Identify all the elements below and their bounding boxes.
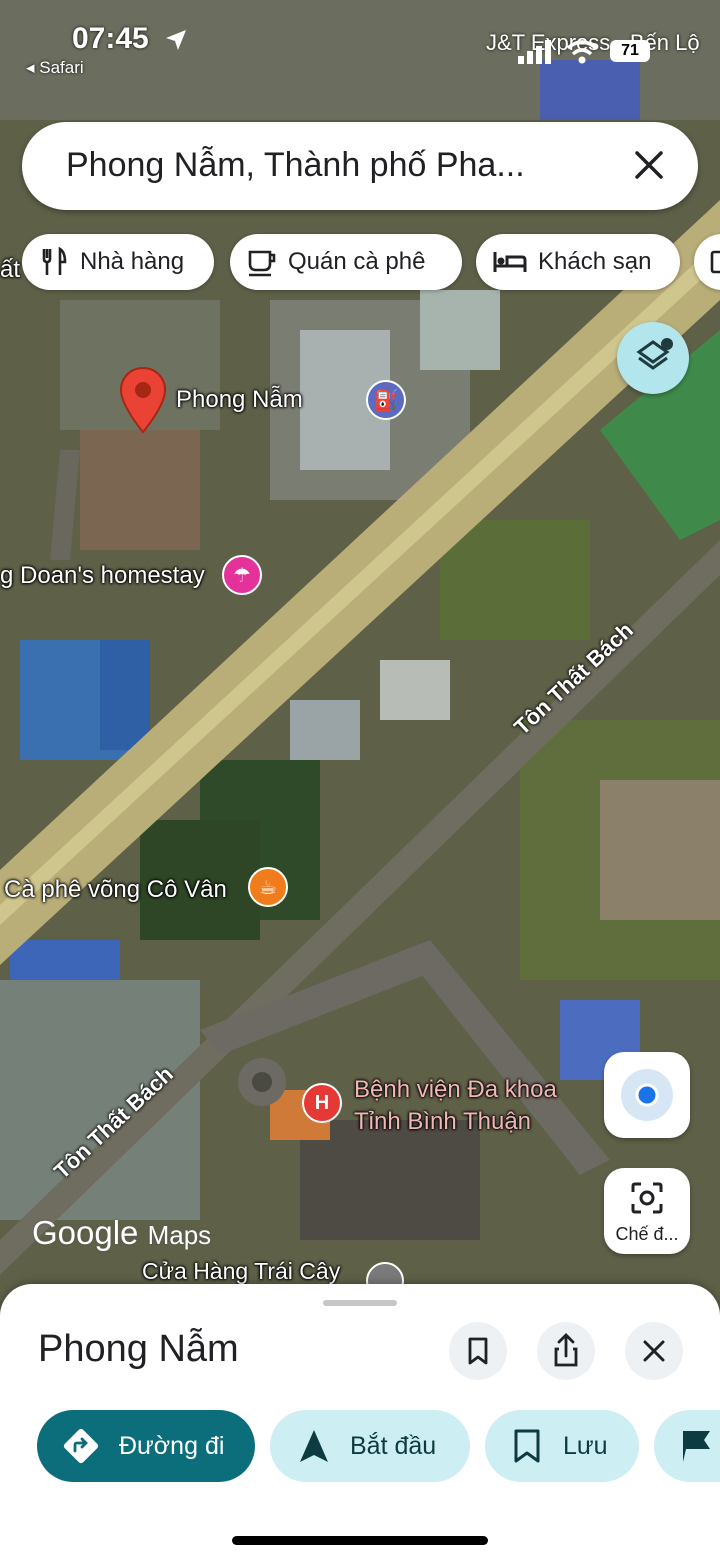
start-button[interactable]: Bắt đầu [270, 1410, 470, 1482]
chip-label: Khách sạn [538, 248, 652, 275]
search-input[interactable]: Phong Nẫm, Thành phố Pha... [66, 146, 525, 185]
close-sheet-button[interactable] [625, 1322, 683, 1380]
close-icon [643, 1340, 665, 1362]
my-location-button[interactable] [604, 1052, 690, 1138]
close-icon[interactable] [626, 142, 672, 188]
location-services-icon [166, 30, 186, 50]
wifi-icon [566, 40, 598, 64]
hospital-label-line2: Tỉnh Bình Thuận [354, 1108, 532, 1135]
share-icon [554, 1333, 578, 1367]
save-button[interactable]: Lưu [485, 1410, 639, 1482]
chip-cafes[interactable]: Quán cà phê [230, 234, 462, 290]
chip-restaurants[interactable]: Nhà hàng [22, 234, 214, 290]
flag-icon [683, 1431, 710, 1462]
fruit-store-label: Cửa Hàng Trái Cây [142, 1258, 341, 1284]
place-bottom-sheet[interactable]: Phong Nẫm Đường đi Bắt đầu Lưu [0, 1284, 720, 1560]
signal-icon [518, 40, 551, 64]
camera-lens-icon [631, 1182, 663, 1214]
my-location-icon [621, 1069, 673, 1121]
directions-label: Đường đi [119, 1431, 225, 1460]
directions-icon [63, 1428, 99, 1464]
lens-button[interactable]: Chế đ... [604, 1168, 690, 1254]
cafe-label: Cà phê võng Cô Vân [4, 876, 227, 903]
directions-button[interactable]: Đường đi [37, 1410, 255, 1482]
bookmark-icon [514, 1429, 540, 1463]
homestay-icon[interactable]: ☂ [222, 555, 262, 595]
layers-button[interactable] [617, 322, 689, 394]
home-indicator [232, 1536, 488, 1545]
lens-label: Chế đ... [615, 1224, 679, 1244]
status-time: 07:45 [72, 22, 149, 55]
google-maps-logo: Google Maps [32, 1214, 211, 1252]
chip-label: Quán cà phê [288, 248, 426, 275]
google-wordmark: Google [32, 1214, 139, 1251]
chip-hotels[interactable]: Khách sạn [476, 234, 680, 290]
hospital-icon[interactable]: H [302, 1083, 342, 1123]
hotel-icon [493, 252, 527, 272]
share-button[interactable] [537, 1322, 595, 1380]
save-label: Lưu [563, 1431, 608, 1460]
chip-label: Nhà hàng [80, 248, 185, 275]
save-bookmark-button[interactable] [449, 1322, 507, 1380]
pin-label: Phong Nẫm [176, 386, 303, 413]
battery-indicator: 71 [610, 40, 650, 62]
bookmark-icon [468, 1337, 488, 1365]
coffee-icon [248, 250, 276, 277]
navigation-arrow-icon [300, 1430, 328, 1462]
layers-icon [636, 338, 673, 370]
back-to-safari[interactable]: ◂ Safari [26, 58, 84, 78]
cafe-poi-icon[interactable]: ☕ [248, 867, 288, 907]
homestay-label: g Doan's homestay [0, 562, 205, 589]
maps-wordmark: Maps [147, 1220, 212, 1250]
hospital-label-line1: Bệnh viện Đa khoa [354, 1076, 557, 1103]
start-label: Bắt đầu [350, 1431, 437, 1460]
place-title: Phong Nẫm [38, 1328, 239, 1370]
edge-label: ất [0, 256, 21, 283]
sheet-drag-handle[interactable] [323, 1300, 397, 1306]
search-bar[interactable]: Phong Nẫm, Thành phố Pha... [22, 122, 698, 210]
more-actions-button[interactable] [654, 1410, 720, 1482]
more-chip-icon [710, 250, 720, 274]
location-pin-icon[interactable] [118, 366, 168, 434]
restaurant-icon [42, 246, 67, 275]
gas-station-icon[interactable]: ⛽ [366, 380, 406, 420]
